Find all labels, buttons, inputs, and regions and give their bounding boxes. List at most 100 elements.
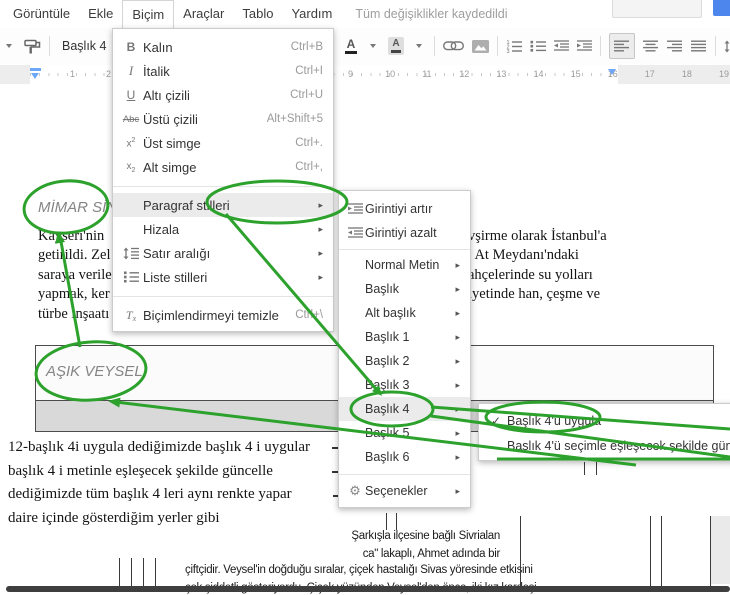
- align-center-icon[interactable]: [643, 34, 659, 58]
- menu-item-paragraf-stilleri[interactable]: Paragraf stilleri ▸: [113, 193, 333, 217]
- menu-shortcut: Ctrl+U: [290, 89, 323, 101]
- menu-araclar[interactable]: Araçlar: [174, 0, 233, 28]
- menu-item-label: Girintiyi artır: [365, 202, 433, 216]
- paragraph-style-selector[interactable]: Başlık 4: [58, 39, 110, 53]
- heading4-submenu: ✓ Başlık 4'ü uygula Başlık 4'ü seçimle eşl…: [478, 403, 730, 461]
- submenu-arrow-icon: ▸: [455, 331, 460, 342]
- ruler-number: 17: [644, 69, 655, 79]
- submenu-arrow-icon: ▸: [318, 247, 323, 258]
- share-button[interactable]: [713, 0, 730, 16]
- menu-item-normal-metin[interactable]: Normal Metin ▸: [339, 253, 470, 277]
- menu-item-basl-k-1[interactable]: Başlık 1 ▸: [339, 325, 470, 349]
- menu-item-alt-cizili[interactable]: U Altı çizili Ctrl+U: [113, 83, 333, 107]
- menu-item-basl-k-4-u-secimle-eslesecek-sekilde-guncelle[interactable]: Başlık 4'ü seçimle eşleşecek şekilde gün…: [479, 433, 730, 458]
- indent-decrease-icon[interactable]: [554, 34, 569, 58]
- caret-down-icon[interactable]: [366, 34, 380, 58]
- menu-bicim[interactable]: Biçim: [122, 0, 175, 28]
- submenu-arrow-icon: ▸: [455, 403, 460, 414]
- menu-item-secenekler[interactable]: ⚙ Seçenekler ▸: [339, 479, 470, 503]
- line-spacing-icon[interactable]: [724, 34, 730, 58]
- ruler-number: 19: [719, 69, 730, 79]
- menu-item-alt-basl-k[interactable]: Alt başlık ▸: [339, 301, 470, 325]
- text-line: ahçelerinde su yolları: [468, 266, 593, 283]
- text-line: , At Meydanı'ndaki: [468, 247, 579, 264]
- line-spacing-icon: [119, 247, 143, 260]
- ruler-number: 18: [681, 69, 692, 79]
- submenu-arrow-icon: ▸: [455, 283, 460, 294]
- menu-item-sat-r-aral-g[interactable]: Satır aralığı ▸: [113, 241, 333, 265]
- menu-item-girintiyi-azalt[interactable]: Girintiyi azalt: [339, 221, 470, 245]
- separator-line: [113, 185, 333, 187]
- paragraph-mimar-left-fragment: Kayseri'nin getirildi. Zel saraya verile ya…: [38, 227, 112, 324]
- paragraph-mimar-right-fragment: vşirme olarak İstanbul'a , At Meydanı'nda…: [468, 227, 607, 305]
- numbered-list-icon[interactable]: 123: [506, 34, 522, 58]
- text-line: daire içinde gösterdiğim yerler gibi: [8, 510, 220, 527]
- right-indent-marker[interactable]: [608, 69, 616, 75]
- table-border-line: [119, 558, 120, 586]
- table-border-line: [131, 558, 132, 586]
- menu-shortcut: Ctrl+.: [295, 137, 323, 149]
- align-justify-icon[interactable]: [691, 34, 707, 58]
- menu-item-label: Başlık 5: [365, 426, 410, 440]
- thick-table-border: [6, 586, 730, 592]
- menu-item-italik[interactable]: I İtalik Ctrl+I: [113, 59, 333, 83]
- menu-goruntule[interactable]: Görüntüle: [4, 0, 79, 28]
- separator-line: [339, 248, 470, 250]
- comments-button[interactable]: [612, 0, 702, 18]
- menu-ekle[interactable]: Ekle: [79, 0, 122, 28]
- menu-yard-m[interactable]: Yardım: [282, 0, 341, 28]
- toolbar-separator: [434, 36, 435, 56]
- link-icon[interactable]: [443, 34, 464, 58]
- bulleted-list-icon[interactable]: [530, 34, 546, 58]
- caret-down-icon[interactable]: [412, 34, 426, 58]
- menu-item-ust-simge[interactable]: x2 Üst simge Ctrl+.: [113, 131, 333, 155]
- table-border-line: [386, 513, 387, 530]
- left-indent-marker[interactable]: [31, 73, 39, 79]
- menu-item-basl-k[interactable]: Başlık ▸: [339, 277, 470, 301]
- format-menu: B Kalın Ctrl+B I İtalik Ctrl+I U Altı çizili Ctr…: [112, 28, 334, 332]
- menu-item-bicimlendirmeyi-temizle[interactable]: Tx Biçimlendirmeyi temizle Ctrl+\: [113, 303, 333, 327]
- submenu-arrow-icon: ▸: [455, 259, 460, 270]
- menu-item-label: Biçimlendirmeyi temizle: [143, 307, 279, 323]
- text-line: iyetinde han, çeşme ve: [468, 286, 601, 303]
- toolbar-separator: [600, 36, 601, 56]
- insert-image-icon[interactable]: [472, 34, 489, 58]
- menu-item-girintiyi-art-r[interactable]: Girintiyi artır: [339, 197, 470, 221]
- table-cell-shaded: [711, 516, 730, 584]
- text-line: Kayseri'nin: [38, 228, 105, 244]
- menu-item-ustu-cizili[interactable]: Abc Üstü çizili Alt+Shift+5: [113, 107, 333, 131]
- menu-item-hizala[interactable]: Hizala ▸: [113, 217, 333, 241]
- checkmark-icon: ✓: [490, 413, 502, 428]
- text-line: ca" lakaplı, Ahmet adında bir: [362, 547, 501, 560]
- menu-item-label: Başlık 4: [365, 402, 410, 416]
- highlight-color-icon[interactable]: A: [388, 34, 404, 58]
- caret-down-icon[interactable]: [2, 34, 16, 58]
- menu-item-label: Üst simge: [143, 135, 201, 151]
- align-right-icon[interactable]: [667, 34, 683, 58]
- align-left-icon[interactable]: [609, 33, 635, 59]
- menu-item-basl-k-6[interactable]: Başlık 6 ▸: [339, 445, 470, 469]
- text-line: türbe inşaatı: [38, 305, 110, 322]
- menu-item-basl-k-3[interactable]: Başlık 3 ▸: [339, 373, 470, 397]
- menu-item-alt-simge[interactable]: x2 Alt simge Ctrl+,: [113, 155, 333, 179]
- ruler-number: 12: [459, 69, 470, 79]
- ruler[interactable]: 1 2 9 10 11 12 13 14 15 16 17 18 19: [0, 65, 730, 84]
- indent-increase-icon[interactable]: [577, 34, 592, 58]
- submenu-arrow-icon: ▸: [455, 427, 460, 438]
- indent-increase-icon: [345, 203, 365, 215]
- separator-line: [339, 473, 470, 475]
- menu-item-basl-k-2[interactable]: Başlık 2 ▸: [339, 349, 470, 373]
- paint-format-icon[interactable]: [24, 34, 41, 58]
- menu-item-basl-k-4-u-uygula[interactable]: ✓ Başlık 4'ü uygula: [479, 408, 730, 433]
- first-line-indent-marker[interactable]: [30, 68, 41, 71]
- menu-item-basl-k-4[interactable]: Başlık 4 ▸: [339, 397, 470, 421]
- menu-item-liste-stilleri[interactable]: Liste stilleri ▸: [113, 265, 333, 289]
- menu-item-label: Seçenekler: [365, 484, 428, 498]
- menu-tablo[interactable]: Tablo: [233, 0, 282, 28]
- text-color-icon[interactable]: A: [344, 34, 358, 58]
- text-line: vşirme olarak İstanbul'a: [468, 228, 607, 244]
- toolbar-separator: [715, 36, 716, 56]
- menu-item-kal-n[interactable]: B Kalın Ctrl+B: [113, 35, 333, 59]
- menu-item-basl-k-5[interactable]: Başlık 5 ▸: [339, 421, 470, 445]
- menu-item-label: Başlık 4'ü uygula: [507, 413, 602, 428]
